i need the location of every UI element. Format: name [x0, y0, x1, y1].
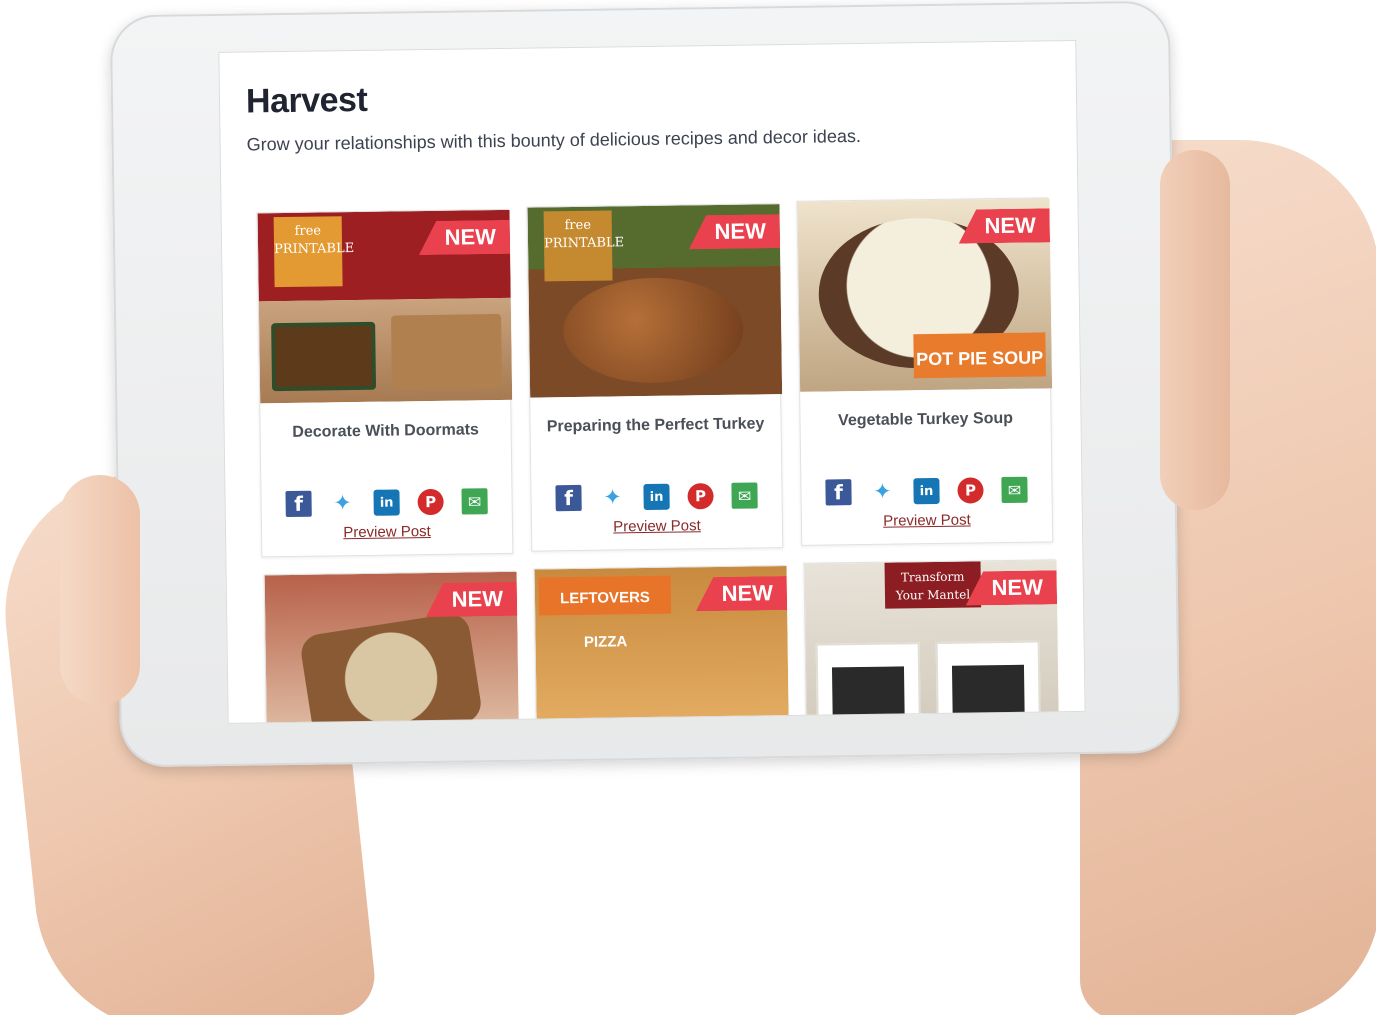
post-grid: free PRINTABLE NEW Decorate With Doormats…	[256, 197, 1061, 724]
post-image[interactable]: free PRINTABLE NEW	[527, 204, 783, 398]
linkedin-icon[interactable]: in	[373, 489, 400, 516]
share-bar: f ✦ in P ✉	[531, 482, 781, 512]
post-card[interactable]: LEFTOVERS PIZZA NEW	[533, 565, 791, 724]
linkedin-icon[interactable]: in	[913, 477, 940, 505]
share-bar: f ✦ in P ✉	[261, 488, 511, 518]
preview-post-link[interactable]: Preview Post	[802, 510, 1052, 530]
twitter-icon[interactable]: ✦	[329, 490, 355, 516]
page-title: Harvest	[245, 80, 368, 121]
tablet-screen: Harvest Grow your relationships with thi…	[218, 39, 1086, 724]
linkedin-icon[interactable]: in	[643, 483, 670, 511]
post-image[interactable]: Transform Your Mantel NEW	[804, 560, 1060, 724]
twitter-icon[interactable]: ✦	[869, 479, 895, 505]
post-card[interactable]: POT PIE SOUP NEW Vegetable Turkey Soup f…	[796, 197, 1054, 546]
post-card[interactable]: free PRINTABLE NEW Decorate With Doormats…	[256, 208, 514, 558]
pizza-label: LEFTOVERS PIZZA	[538, 575, 672, 651]
post-image[interactable]: LEFTOVERS PIZZA NEW	[534, 566, 790, 724]
post-card[interactable]: free PRINTABLE NEW Preparing the Perfect …	[526, 203, 784, 552]
pinterest-icon[interactable]: P	[417, 488, 444, 516]
post-card[interactable]: Transform Your Mantel NEW	[803, 559, 1061, 724]
post-title[interactable]: Vegetable Turkey Soup	[810, 406, 1040, 432]
printable-tag: free PRINTABLE	[273, 216, 354, 288]
facebook-icon[interactable]: f	[825, 479, 852, 506]
pinterest-icon[interactable]: P	[687, 483, 714, 510]
facebook-icon[interactable]: f	[285, 490, 312, 518]
email-icon[interactable]: ✉	[731, 482, 758, 509]
tablet-device: Harvest Grow your relationships with thi…	[109, 0, 1181, 768]
preview-post-link[interactable]: Preview Post	[262, 522, 512, 542]
email-icon[interactable]: ✉	[1001, 476, 1028, 504]
twitter-icon[interactable]: ✦	[599, 484, 625, 510]
share-bar: f ✦ in P ✉	[801, 476, 1051, 506]
mantel-tag: Transform Your Mantel	[884, 561, 982, 609]
post-card[interactable]: NEW	[263, 570, 521, 724]
post-image[interactable]: free PRINTABLE NEW	[257, 209, 513, 404]
email-icon[interactable]: ✉	[461, 488, 488, 515]
preview-post-link[interactable]: Preview Post	[532, 516, 782, 536]
facebook-icon[interactable]: f	[555, 484, 582, 512]
post-title[interactable]: Preparing the Perfect Turkey	[540, 412, 770, 438]
post-image[interactable]: POT PIE SOUP NEW	[797, 198, 1053, 392]
soup-label: POT PIE SOUP	[913, 332, 1046, 379]
page-description: Grow your relationships with this bounty…	[246, 125, 862, 155]
pinterest-icon[interactable]: P	[957, 477, 984, 504]
post-title[interactable]: Decorate With Doormats	[270, 418, 500, 444]
right-thumb	[1160, 150, 1230, 510]
printable-tag: free PRINTABLE	[543, 210, 624, 282]
product-scene: Harvest Grow your relationships with thi…	[0, 0, 1376, 1015]
left-thumb	[60, 475, 140, 705]
post-image[interactable]: NEW	[264, 571, 520, 724]
